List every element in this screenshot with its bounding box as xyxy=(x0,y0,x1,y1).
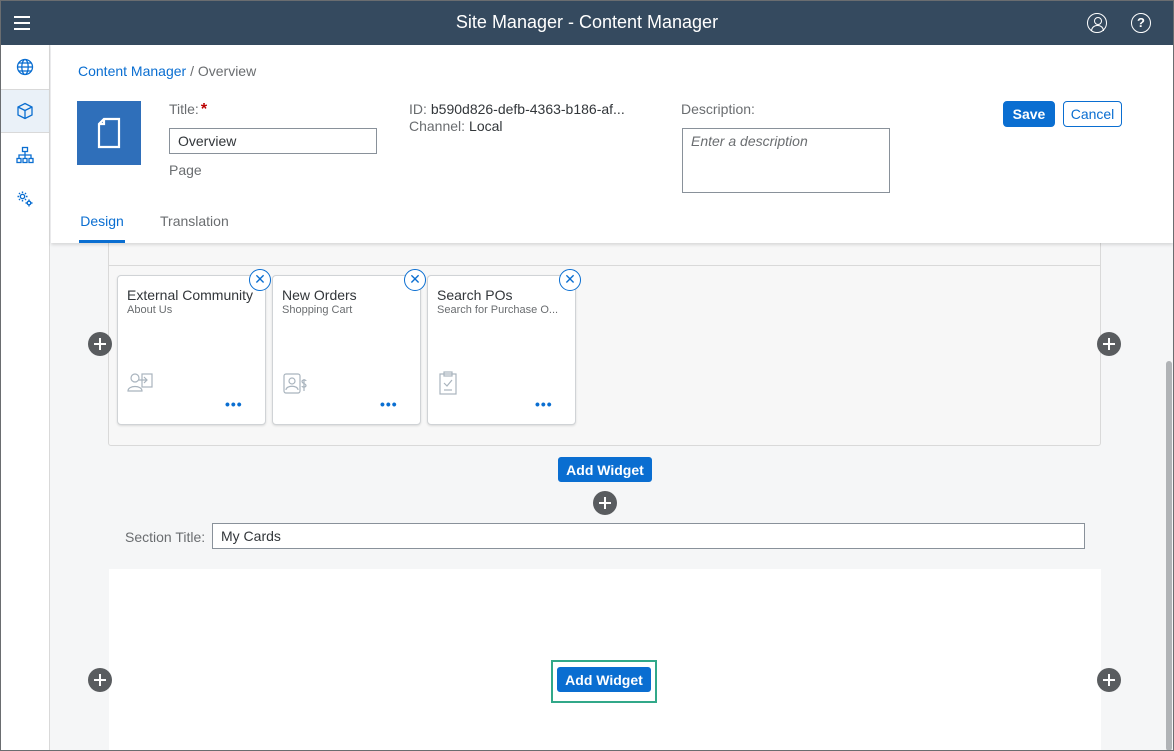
document-icon xyxy=(97,117,121,149)
hierarchy-icon xyxy=(16,146,34,164)
card-remove-icon[interactable]: ✕ xyxy=(249,269,271,291)
nav-item-menu[interactable] xyxy=(1,133,49,177)
breadcrumb-current: Overview xyxy=(197,63,257,79)
description-label: Description: xyxy=(681,101,755,117)
object-type-label: Page xyxy=(169,162,202,178)
required-marker: * xyxy=(200,101,208,118)
tab-translation[interactable]: Translation xyxy=(160,213,229,243)
cancel-button[interactable]: Cancel xyxy=(1063,101,1122,127)
breadcrumb-separator: / xyxy=(190,63,194,79)
card-title: Search POs xyxy=(437,287,513,303)
breadcrumb-link-content-manager[interactable]: Content Manager xyxy=(78,63,186,79)
user-arrow-icon xyxy=(127,373,153,392)
object-page-header: Content Manager / Overview Title:* Page … xyxy=(51,45,1173,243)
add-right-plus-icon[interactable] xyxy=(1097,332,1121,356)
save-button[interactable]: Save xyxy=(1003,101,1055,127)
add-widget-button[interactable]: Add Widget xyxy=(557,667,651,692)
add-left-plus-icon[interactable] xyxy=(88,668,112,692)
clipboard-check-icon xyxy=(439,371,457,395)
card-subtitle: Shopping Cart xyxy=(282,304,353,316)
add-left-plus-icon[interactable] xyxy=(88,332,112,356)
add-widget-button[interactable]: Add Widget xyxy=(558,457,652,482)
design-canvas: External Community About Us ••• ✕ New Or… xyxy=(51,243,1173,750)
user-profile-icon[interactable] xyxy=(1087,13,1107,33)
card-more-icon[interactable]: ••• xyxy=(535,396,553,412)
title-label-text: Title: xyxy=(169,101,199,117)
add-right-plus-icon[interactable] xyxy=(1097,668,1121,692)
content-cube-icon xyxy=(17,102,33,120)
section-divider xyxy=(109,265,1100,266)
section-title-label: Section Title: xyxy=(125,529,206,545)
id-label: ID: xyxy=(409,101,427,117)
tab-design[interactable]: Design xyxy=(79,213,125,243)
breadcrumb: Content Manager / Overview xyxy=(78,63,256,79)
card-subtitle: About Us xyxy=(127,304,173,316)
nav-item-sites[interactable] xyxy=(1,45,49,89)
title-input[interactable] xyxy=(169,128,377,154)
add-section-plus-icon[interactable] xyxy=(593,491,617,515)
id-value: b590d826-defb-4363-b186-af... xyxy=(430,101,625,117)
widget-card[interactable]: Search POs Search for Purchase O... ••• … xyxy=(427,269,581,425)
object-meta: ID: b590d826-defb-4363-b186-af... Channel… xyxy=(409,101,625,135)
card-remove-icon[interactable]: ✕ xyxy=(404,269,426,291)
widget-card[interactable]: New Orders Shopping Cart ••• ✕ xyxy=(272,269,426,425)
help-icon[interactable]: ? xyxy=(1131,13,1151,33)
card-remove-icon[interactable]: ✕ xyxy=(559,269,581,291)
side-navigation xyxy=(1,45,50,750)
settings-gear-icon xyxy=(17,191,33,207)
card-more-icon[interactable]: ••• xyxy=(225,396,243,412)
nav-item-content[interactable] xyxy=(1,89,49,133)
description-textarea[interactable] xyxy=(682,128,890,193)
section-my-apps: External Community About Us ••• ✕ New Or… xyxy=(108,243,1101,446)
customer-money-icon xyxy=(283,373,307,394)
section-title-input[interactable] xyxy=(212,523,1085,549)
page-icon xyxy=(77,101,141,165)
app-frame: Site Manager - Content Manager ? Content… xyxy=(0,0,1174,751)
card-more-icon[interactable]: ••• xyxy=(380,396,398,412)
channel-label: Channel: xyxy=(409,118,466,134)
card-title: External Community xyxy=(127,287,254,303)
card-title: New Orders xyxy=(282,287,357,303)
nav-item-settings[interactable] xyxy=(1,177,49,221)
globe-icon xyxy=(16,58,34,76)
shell-bar: Site Manager - Content Manager ? xyxy=(1,1,1173,45)
channel-value: Local xyxy=(469,118,503,134)
vertical-scrollbar[interactable] xyxy=(1166,361,1172,750)
app-title: Site Manager - Content Manager xyxy=(455,12,719,32)
card-subtitle: Search for Purchase O... xyxy=(437,304,559,316)
widget-card[interactable]: External Community About Us ••• ✕ xyxy=(117,269,271,425)
title-label: Title: * xyxy=(169,101,207,119)
